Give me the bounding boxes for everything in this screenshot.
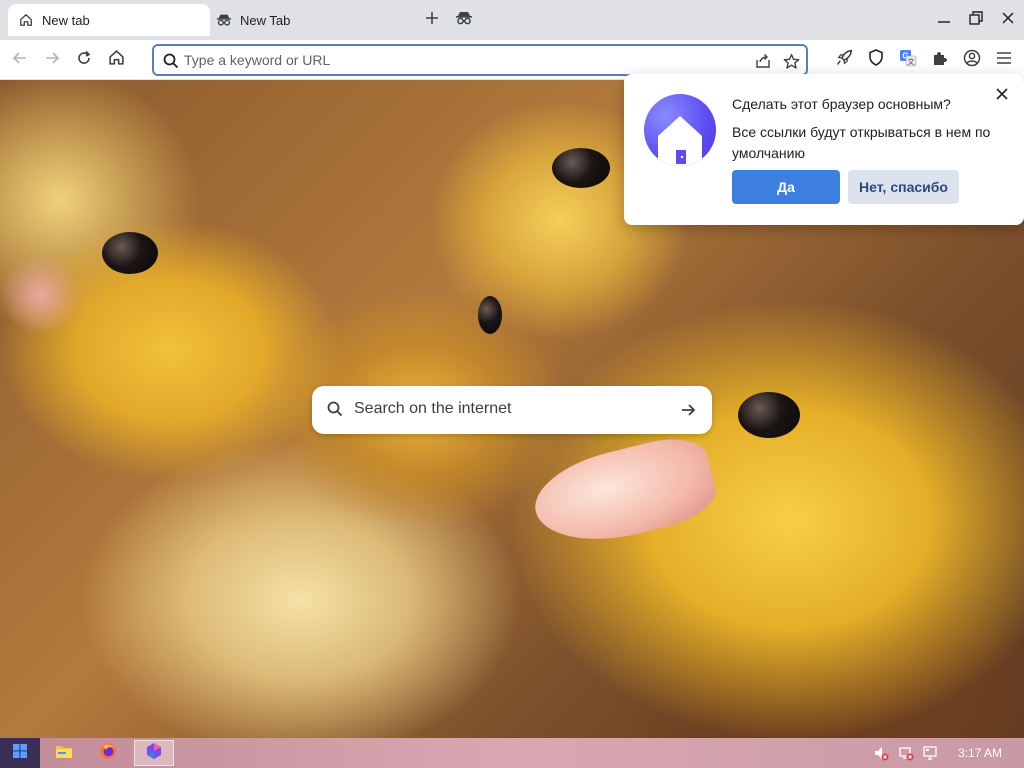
browser-app-icon [145,742,163,765]
web-search-placeholder: Search on the internet [354,400,512,417]
monitor-icon[interactable] [921,744,939,762]
taskbar: 3:17 AM [0,738,1024,768]
search-submit-arrow-icon[interactable] [676,398,700,422]
close-icon [1002,11,1014,29]
home-button[interactable] [102,46,130,74]
home-icon [108,49,125,71]
tab-label: New Tab [240,12,291,28]
windows-logo-icon [13,743,27,763]
incognito-icon [216,12,232,28]
share-icon[interactable] [752,50,774,72]
dialog-title: Сделать этот браузер основным? [732,96,951,112]
restore-icon [969,10,983,30]
search-icon [326,400,346,420]
default-browser-dialog: Сделать этот браузер основным? Все ссылк… [624,74,1024,225]
rocket-icon [836,49,853,71]
tab-strip: New tab New Tab [0,0,1024,40]
omnibox-input[interactable] [184,49,744,71]
taskbar-clock[interactable]: 3:17 AM [958,746,1002,760]
incognito-icon [455,10,473,31]
new-incognito-tab-button[interactable] [452,8,476,32]
web-search-box[interactable]: Search on the internet [312,386,712,434]
dialog-message: Все ссылки будут открываться в нем по ум… [732,124,991,161]
minimize-button[interactable] [930,6,958,34]
folder-icon [55,743,73,764]
speed-dial-button[interactable] [830,46,858,74]
close-dialog-button[interactable] [992,86,1012,106]
browser-logo-icon [644,94,716,166]
start-button[interactable] [0,738,40,768]
arrow-left-icon [12,50,28,71]
star-icon[interactable] [780,50,802,72]
arrow-right-icon [44,50,60,71]
reload-button[interactable] [70,46,98,74]
menu-button[interactable] [990,46,1018,74]
tab-new-tab[interactable]: New tab [8,4,210,36]
svg-text:文: 文 [908,57,915,66]
plus-icon [425,11,439,30]
volume-muted-icon[interactable] [872,744,890,762]
minimize-icon [938,11,950,29]
extensions-button[interactable] [926,46,954,74]
set-default-yes-button[interactable]: Да [732,170,840,204]
translate-button[interactable]: G文 [894,46,922,74]
taskbar-file-explorer[interactable] [44,740,84,766]
reload-icon [76,50,92,71]
search-icon [162,52,180,70]
taskbar-browser[interactable] [134,740,174,766]
close-window-button[interactable] [994,6,1022,34]
set-default-no-button[interactable]: Нет, спасибо [848,170,959,204]
translate-icon: G文 [899,49,917,72]
omnibox[interactable] [152,44,808,76]
forward-button[interactable] [38,46,66,74]
shield-icon [868,49,884,71]
firefox-icon [99,742,117,765]
home-icon [18,12,34,28]
network-error-icon[interactable] [897,744,915,762]
puzzle-icon [932,50,948,71]
hamburger-menu-icon [996,51,1012,70]
restore-button[interactable] [962,6,990,34]
account-icon [963,49,981,72]
tab-incognito[interactable]: New Tab [214,4,410,36]
taskbar-firefox[interactable] [88,740,128,766]
new-tab-button[interactable] [420,8,444,32]
close-icon [996,87,1008,105]
profile-button[interactable] [958,46,986,74]
shield-button[interactable] [862,46,890,74]
back-button[interactable] [6,46,34,74]
tab-label: New tab [42,12,90,28]
